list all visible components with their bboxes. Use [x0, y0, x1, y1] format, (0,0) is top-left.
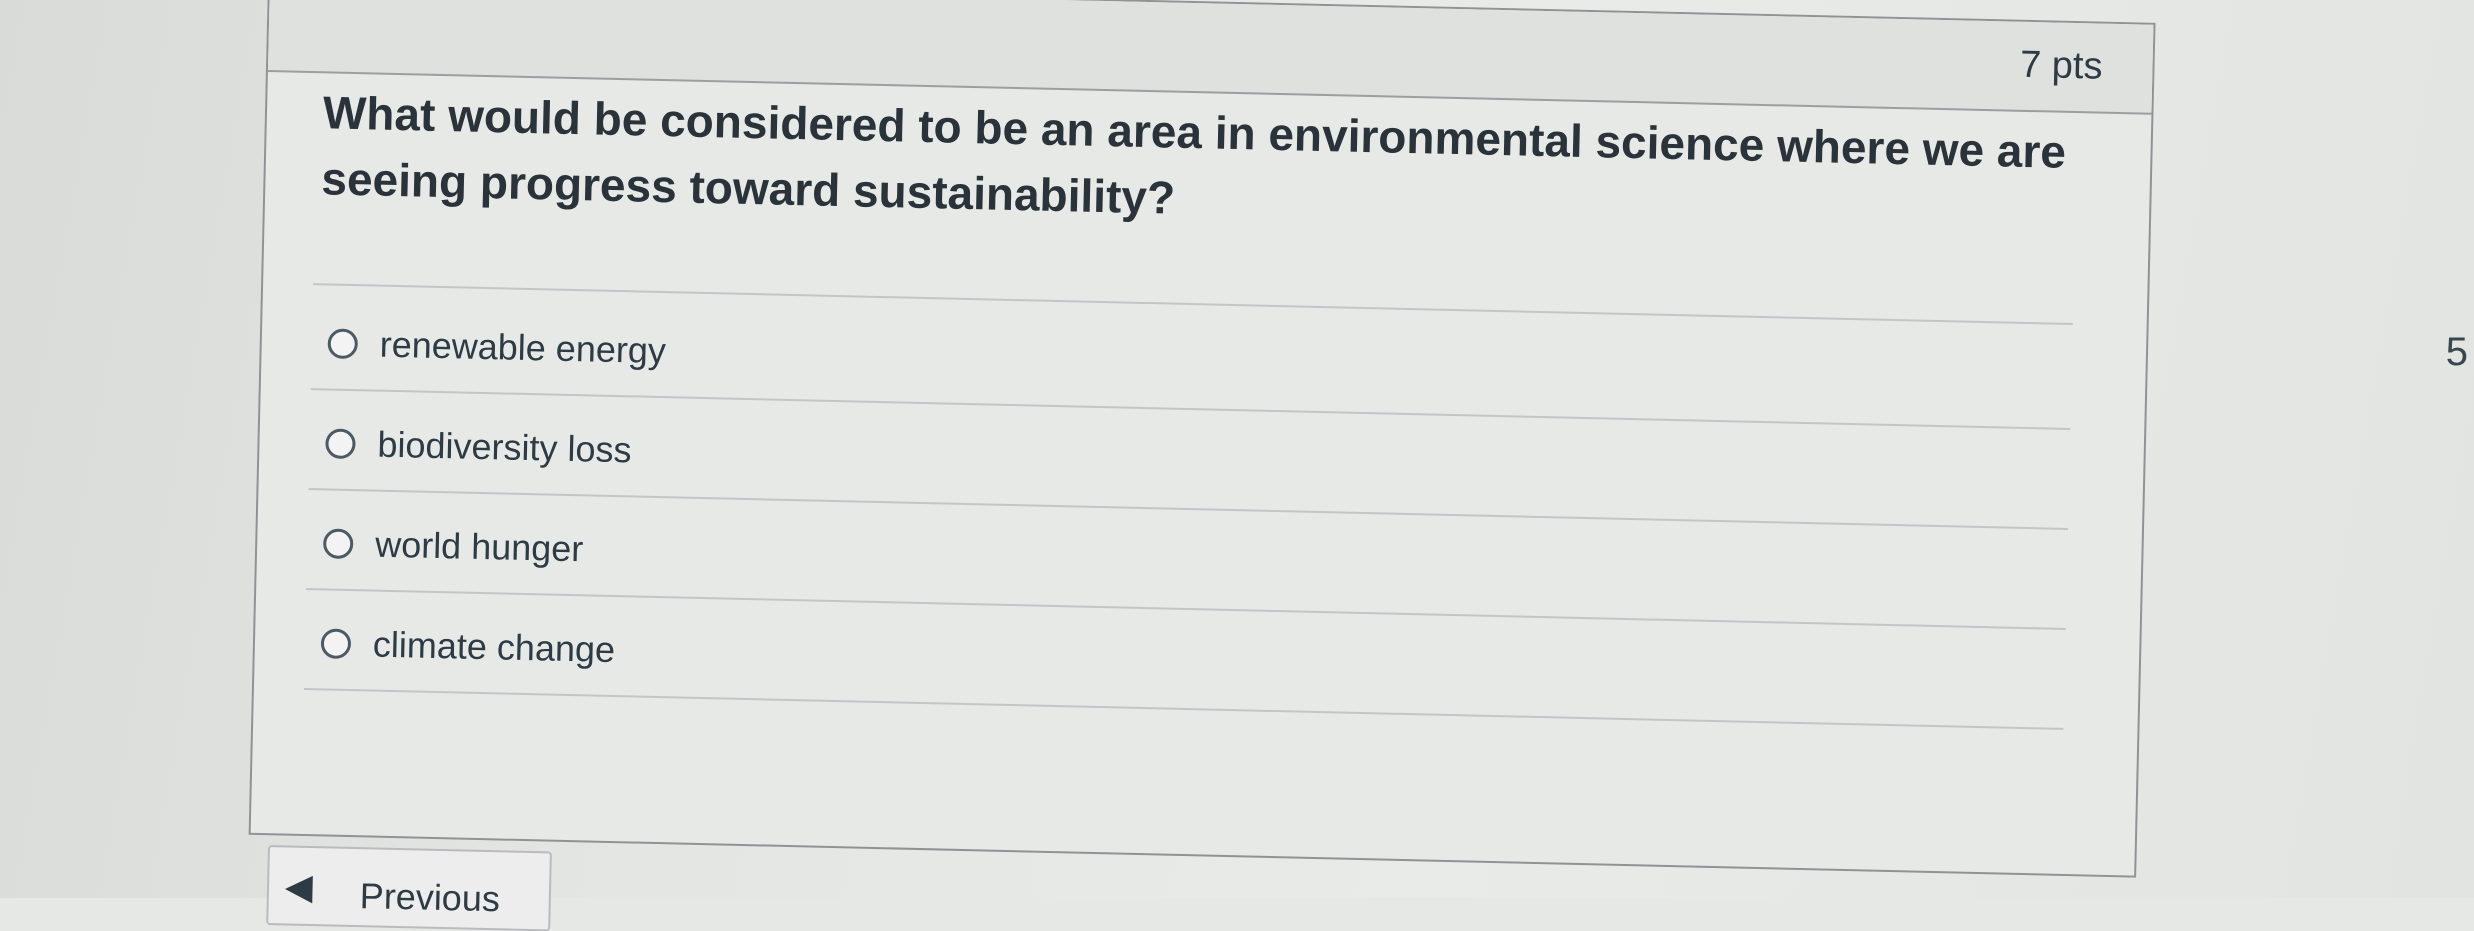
answer-label: climate change: [372, 623, 616, 671]
question-points: 7 pts: [2019, 43, 2103, 88]
radio-button[interactable]: [320, 628, 352, 660]
answer-label: biodiversity loss: [377, 423, 632, 471]
radio-button[interactable]: [325, 428, 356, 460]
answer-label: renewable energy: [379, 323, 667, 372]
previous-button-label: Previous: [359, 874, 501, 919]
chevron-left-icon: ◀: [284, 865, 314, 908]
answer-option-world-hunger[interactable]: world hunger: [322, 513, 584, 579]
question-card: 7 pts What would be considered to be an …: [248, 0, 2156, 878]
answer-option-renewable-energy[interactable]: renewable energy: [327, 313, 666, 381]
previous-button[interactable]: ◀ Previous: [266, 845, 552, 931]
edge-partial-text: 5: [2445, 330, 2468, 374]
radio-button[interactable]: [327, 328, 359, 360]
screen-background: 7 pts What would be considered to be an …: [0, 0, 2474, 931]
answer-label: world hunger: [374, 523, 584, 570]
answer-divider: [303, 687, 2064, 730]
radio-button[interactable]: [322, 528, 354, 560]
answer-option-biodiversity-loss[interactable]: biodiversity loss: [325, 413, 632, 480]
answer-option-climate-change[interactable]: climate change: [320, 613, 616, 680]
